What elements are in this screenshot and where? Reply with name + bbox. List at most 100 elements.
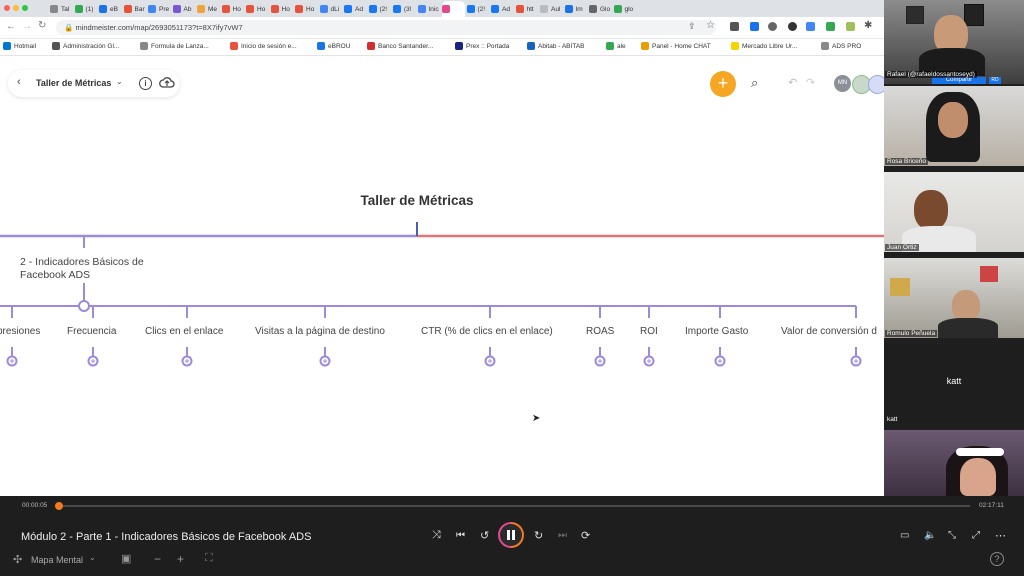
- address-bar[interactable]: 🔒 mindmeister.com/map/2693051173?t=8X7if…: [56, 20, 716, 35]
- subtopic-label[interactable]: Visitas a la página de destino: [255, 326, 385, 337]
- browser-tab[interactable]: (2!: [466, 1, 490, 17]
- subtopic-label[interactable]: ROI: [640, 326, 658, 337]
- browser-tab[interactable]: Ho: [221, 1, 245, 17]
- bookmark-item[interactable]: eBROU: [317, 42, 350, 50]
- extension-icon[interactable]: [826, 22, 835, 31]
- branch-topic[interactable]: 2 - Indicadores Básicos de Facebook ADS: [20, 256, 144, 282]
- browser-tab[interactable]: (1): [74, 1, 98, 17]
- browser-tab[interactable]: Ho: [270, 1, 294, 17]
- browser-tab[interactable]: htt: [515, 1, 539, 17]
- participant-name: katt: [887, 416, 898, 423]
- browser-tab[interactable]: glo: [613, 1, 637, 17]
- repeat-icon[interactable]: ⟳: [581, 529, 590, 542]
- browser-tab[interactable]: Inic: [417, 1, 441, 17]
- bookmark-item[interactable]: Formula de Lanza...: [140, 42, 209, 50]
- volume-icon[interactable]: 🔈: [924, 530, 936, 541]
- progress-handle[interactable]: [55, 502, 63, 510]
- bookmark-item[interactable]: Panel - Home CHAT: [641, 42, 711, 50]
- browser-tab[interactable]: Ho: [246, 1, 269, 17]
- mindmap-mode-icon[interactable]: ✣: [13, 553, 22, 566]
- browser-tab[interactable]: Ad: [344, 1, 367, 17]
- share-badge[interactable]: Compartir: [932, 77, 986, 84]
- mode-selector-label[interactable]: Mapa Mental: [31, 555, 83, 565]
- browser-tab[interactable]: Ab: [172, 1, 196, 17]
- window-close-dot[interactable]: [4, 5, 10, 11]
- bookmark-item[interactable]: Banco Santander...: [367, 42, 433, 50]
- browser-tab[interactable]: eB: [99, 1, 122, 17]
- collapse-icon[interactable]: ⤡: [948, 530, 956, 541]
- share-page-icon[interactable]: ⇪: [688, 21, 696, 32]
- subtopic-label[interactable]: ROAS: [586, 326, 614, 337]
- expand-icon[interactable]: ⤢: [972, 530, 980, 541]
- current-time: 00:00:05: [22, 502, 48, 509]
- browser-tab[interactable]: Ho: [295, 1, 318, 17]
- puzzle-icon[interactable]: ✱: [864, 20, 872, 31]
- browser-tab-label: Bar: [134, 5, 145, 13]
- forward-icon[interactable]: ↻: [534, 529, 543, 542]
- previous-icon[interactable]: ⏮: [456, 530, 465, 541]
- participant-tile[interactable]: katt katt: [884, 344, 1024, 424]
- subtopic-label[interactable]: Importe Gasto: [685, 326, 748, 337]
- bookmark-item[interactable]: Abitab - ABITAB: [527, 42, 584, 50]
- chevron-down-icon[interactable]: ⌄: [89, 553, 96, 562]
- back-icon[interactable]: ←: [6, 21, 16, 32]
- subtopic-label[interactable]: Frecuencia: [67, 326, 116, 337]
- extension-icon[interactable]: [768, 22, 777, 31]
- participant-tile[interactable]: Compartir RD Rafael (@rafaeldossantoseyd…: [884, 0, 1024, 84]
- bookmark-star-icon[interactable]: ☆: [706, 20, 715, 31]
- subtopic-label[interactable]: Valor de conversión d: [781, 326, 877, 337]
- translate-icon[interactable]: [806, 22, 815, 31]
- tab-favicon-icon: [99, 5, 107, 13]
- presentation-icon[interactable]: ▣: [121, 552, 131, 565]
- bookmark-item[interactable]: Prex :: Portada: [455, 42, 509, 50]
- reload-icon[interactable]: ↻: [38, 20, 46, 31]
- browser-tab[interactable]: Aul: [540, 1, 563, 17]
- participant-tile[interactable]: Romulo Peñuela: [884, 258, 1024, 338]
- browser-tab[interactable]: Me: [197, 1, 220, 17]
- browser-tab[interactable]: Tal: [50, 1, 73, 17]
- bookmark-label: Panel - Home CHAT: [652, 42, 711, 50]
- miniplayer-icon[interactable]: ▭: [900, 530, 909, 541]
- browser-tab[interactable]: [442, 1, 465, 17]
- zoom-out-icon[interactable]: −: [154, 552, 161, 566]
- subtopic-label[interactable]: presiones: [0, 326, 40, 337]
- root-topic[interactable]: Taller de Métricas: [300, 193, 534, 208]
- bookmark-item[interactable]: Inicio de sesión e...: [230, 42, 297, 50]
- next-icon[interactable]: ⏭: [558, 530, 567, 541]
- shuffle-icon[interactable]: ⤨: [432, 529, 441, 542]
- bookmark-item[interactable]: ADS PRO: [821, 42, 861, 50]
- window-maximize-dot[interactable]: [22, 5, 28, 11]
- browser-tab[interactable]: (2!: [368, 1, 392, 17]
- browser-tab[interactable]: Im: [564, 1, 588, 17]
- fit-screen-icon[interactable]: ⛶: [205, 552, 213, 565]
- extension-icon[interactable]: [788, 22, 797, 31]
- participant-name: Rafael (@rafaeldossantoseyd): [885, 71, 977, 78]
- subtopic-label[interactable]: Clics en el enlace: [145, 326, 223, 337]
- zoom-in-icon[interactable]: +: [177, 552, 184, 566]
- browser-tab[interactable]: Pre: [148, 1, 171, 17]
- browser-tab[interactable]: Bar: [123, 1, 147, 17]
- play-pause-button[interactable]: [498, 522, 524, 548]
- browser-tab[interactable]: Glo: [589, 1, 612, 17]
- forward-icon[interactable]: →: [22, 21, 32, 32]
- mindmap-canvas[interactable]: ‹ Taller de Métricas ⌄ i + ⌕ ↶ ↷ MN Tall…: [0, 56, 884, 496]
- participant-tile[interactable]: [884, 430, 1024, 496]
- browser-tab[interactable]: dLi: [319, 1, 343, 17]
- bookmark-item[interactable]: Mercado Libre Ur...: [731, 42, 797, 50]
- extension-icon[interactable]: [846, 22, 855, 31]
- window-minimize-dot[interactable]: [13, 5, 19, 11]
- bookmark-item[interactable]: ale: [606, 42, 626, 50]
- extension-icon[interactable]: [750, 22, 759, 31]
- subtopic-label[interactable]: CTR (% de clics en el enlace): [421, 326, 553, 337]
- bookmark-item[interactable]: Administración Gl...: [52, 42, 119, 50]
- progress-track[interactable]: [55, 502, 970, 510]
- rewind-icon[interactable]: ↺: [480, 529, 489, 542]
- participant-tile[interactable]: Rosa Briceño: [884, 86, 1024, 166]
- participant-tile[interactable]: Juan Ortiz: [884, 172, 1024, 252]
- extension-icon[interactable]: [730, 22, 739, 31]
- bookmark-item[interactable]: Hotmail: [3, 42, 36, 50]
- help-icon[interactable]: ?: [990, 552, 1004, 566]
- more-options-icon[interactable]: ⋯: [995, 529, 1006, 542]
- browser-tab[interactable]: (3!: [393, 1, 416, 17]
- browser-tab[interactable]: Ad: [491, 1, 514, 17]
